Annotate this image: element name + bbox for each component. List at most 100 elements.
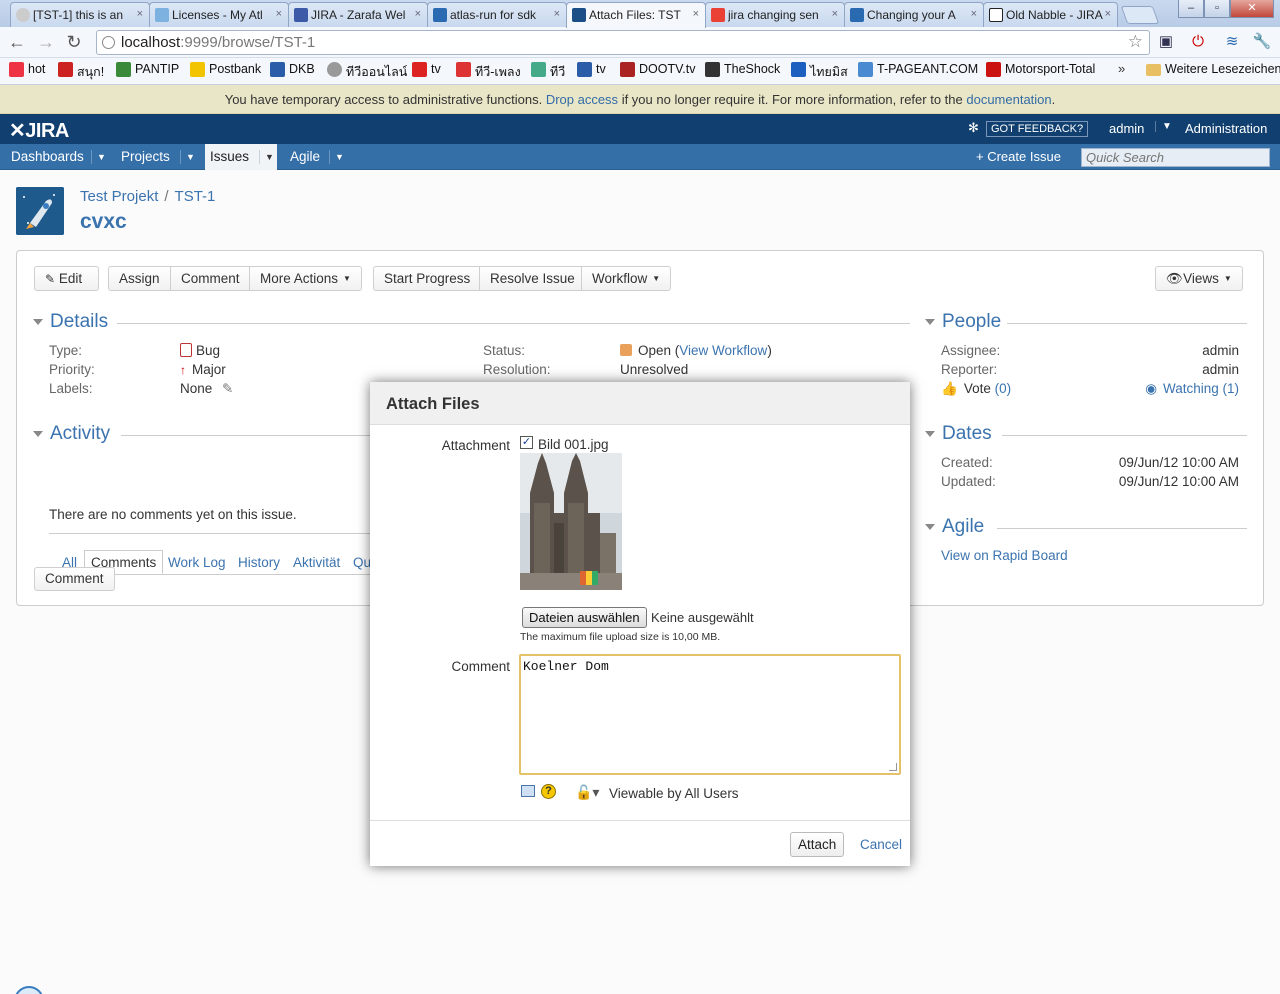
bookmark-item[interactable]: ทีวี-เพลง — [456, 62, 521, 82]
chevron-down-icon[interactable]: ▼ — [329, 150, 344, 164]
chevron-down-icon[interactable]: ▼ — [180, 150, 195, 164]
start-progress-button[interactable]: Start Progress — [373, 266, 482, 291]
tab-history[interactable]: History — [238, 555, 280, 570]
bookmark-item[interactable]: tv — [412, 62, 441, 77]
more-actions-button[interactable]: More Actions ▼ — [249, 266, 362, 291]
other-bookmarks-folder[interactable]: Weitere Lesezeichen — [1146, 62, 1280, 76]
comment-button[interactable]: Comment — [34, 567, 115, 591]
close-icon[interactable]: × — [415, 8, 421, 20]
views-button[interactable]: 👁Views ▼ — [1155, 266, 1243, 291]
address-bar[interactable]: localhost:9999/browse/TST-1 ☆ — [96, 30, 1150, 55]
browser-tab[interactable]: JIRA - Zarafa Wel × — [288, 2, 428, 27]
resize-handle[interactable] — [889, 763, 897, 771]
dates-heading[interactable]: Dates — [925, 423, 992, 445]
adblock-icon[interactable]: ⏻ — [1188, 32, 1208, 52]
jira-logo[interactable]: ✕JIRA — [9, 118, 69, 143]
lock-dropdown-icon[interactable]: 🔓▾ — [575, 784, 599, 801]
tab-aktivitaet[interactable]: Aktivität — [293, 555, 340, 570]
quick-search-input[interactable] — [1081, 148, 1270, 167]
rapid-board-link[interactable]: View on Rapid Board — [941, 548, 1068, 563]
nav-projects[interactable]: Projects ▼ — [110, 144, 205, 170]
bookmark-item[interactable]: ไทยมิส — [791, 62, 848, 82]
browser-tab[interactable]: atlas-run for sdk × — [427, 2, 567, 27]
bookmark-item[interactable]: T-PAGEANT.COM — [858, 62, 978, 77]
new-tab-button[interactable] — [1120, 6, 1160, 24]
bookmark-star-icon[interactable]: ☆ — [1128, 32, 1143, 52]
project-avatar[interactable] — [16, 187, 64, 235]
breadcrumb-project-link[interactable]: Test Projekt — [80, 188, 158, 205]
browser-tab[interactable]: [TST-1] this is an × — [10, 2, 150, 27]
bookmark-item[interactable]: DKB — [270, 62, 315, 77]
bookmark-item[interactable]: tv — [577, 62, 606, 77]
close-icon[interactable]: × — [971, 8, 977, 20]
view-workflow-link[interactable]: View Workflow — [679, 343, 767, 358]
resolve-issue-button[interactable]: Resolve Issue — [479, 266, 586, 291]
nav-issues[interactable]: Issues ▼ — [205, 144, 277, 170]
drop-access-link[interactable]: Drop access — [546, 92, 618, 107]
chevron-down-icon[interactable]: ▼ — [91, 150, 106, 164]
close-icon[interactable]: × — [276, 8, 282, 20]
bookmarks-overflow-chevron[interactable]: » — [1118, 61, 1125, 76]
maximize-button[interactable]: ▫ — [1204, 0, 1230, 18]
browser-tab[interactable]: Old Nabble - JIRA × — [983, 2, 1118, 27]
agile-heading[interactable]: Agile — [925, 516, 984, 538]
help-icon[interactable]: ? — [541, 784, 556, 799]
choose-files-button[interactable]: Dateien auswählen — [522, 607, 647, 628]
bookmark-item[interactable]: สนุก! — [58, 62, 104, 82]
bookmark-item[interactable]: Postbank — [190, 62, 261, 77]
bookmark-item[interactable]: ทีวีออนไลน์ — [327, 62, 407, 82]
attachment-checkbox[interactable]: ✓ — [520, 436, 533, 449]
assignee-value[interactable]: admin — [1202, 343, 1239, 358]
browser-tab[interactable]: Licenses - My Atl × — [149, 2, 289, 27]
close-icon[interactable]: × — [137, 8, 143, 20]
bookmark-item[interactable]: PANTIP — [116, 62, 179, 77]
bookmark-item[interactable]: DOOTV.tv — [620, 62, 696, 77]
browser-tab[interactable]: jira changing sen × — [705, 2, 845, 27]
bookmark-item[interactable]: Motorsport-Total — [986, 62, 1095, 77]
chevron-down-icon[interactable]: ▼ — [1155, 121, 1172, 132]
reporter-value[interactable]: admin — [1202, 362, 1239, 377]
wrench-icon[interactable]: 🔧 — [1252, 32, 1272, 52]
vote-control[interactable]: 👍 Vote (0) — [941, 381, 1011, 397]
assign-button[interactable]: Assign — [108, 266, 171, 291]
page-info-icon[interactable] — [102, 36, 115, 49]
people-heading[interactable]: People — [925, 311, 1001, 333]
feedback-icon[interactable]: ✻ — [968, 120, 982, 136]
window-close-button[interactable]: ✕ — [1230, 0, 1274, 18]
create-issue-button[interactable]: + Create Issue — [976, 149, 1061, 164]
forward-arrow-icon[interactable]: → — [35, 32, 57, 54]
browser-tab-active[interactable]: Attach Files: TST × — [566, 2, 706, 28]
tab-work-log[interactable]: Work Log — [168, 555, 226, 570]
close-icon[interactable]: × — [693, 8, 699, 20]
chevron-down-icon[interactable]: ▼ — [259, 150, 274, 164]
browser-tab[interactable]: Changing your A × — [844, 2, 984, 27]
issue-summary[interactable]: cvxc — [80, 210, 127, 234]
bookmark-item[interactable]: TheShock — [705, 62, 780, 77]
administration-link[interactable]: Administration — [1185, 121, 1267, 136]
close-icon[interactable]: × — [1105, 8, 1111, 20]
bookmark-item[interactable]: hot — [9, 62, 45, 77]
reload-icon[interactable]: ↻ — [63, 32, 85, 54]
user-menu[interactable]: admin — [1109, 121, 1144, 136]
breadcrumb-issue-key-link[interactable]: TST-1 — [175, 188, 216, 205]
back-arrow-icon[interactable]: ← — [6, 32, 28, 54]
watching-control[interactable]: ◉ Watching (1) — [1145, 381, 1239, 397]
activity-heading[interactable]: Activity — [33, 423, 110, 445]
nav-dashboards[interactable]: Dashboards ▼ — [0, 144, 109, 170]
workflow-button[interactable]: Workflow ▼ — [581, 266, 672, 291]
edit-button[interactable]: ✎ Edit — [34, 266, 99, 291]
details-heading[interactable]: Details — [33, 311, 108, 333]
comment-toolbar-button[interactable]: Comment — [170, 266, 251, 291]
close-icon[interactable]: × — [832, 8, 838, 20]
feedback-button[interactable]: GOT FEEDBACK? — [986, 121, 1089, 137]
documentation-link[interactable]: documentation — [966, 92, 1051, 107]
nav-agile[interactable]: Agile ▼ — [279, 144, 349, 170]
tab-more[interactable]: Qu — [353, 555, 371, 570]
minimize-button[interactable]: – — [1178, 0, 1204, 18]
bookmark-item[interactable]: ทีวี — [531, 62, 565, 82]
attach-button[interactable]: Attach — [790, 832, 845, 857]
extension-icon[interactable]: ▣ — [1156, 32, 1176, 52]
extension-stack-icon[interactable]: ≋ — [1222, 32, 1242, 52]
cancel-link[interactable]: Cancel — [860, 837, 902, 852]
pencil-icon[interactable]: ✎ — [222, 381, 233, 396]
